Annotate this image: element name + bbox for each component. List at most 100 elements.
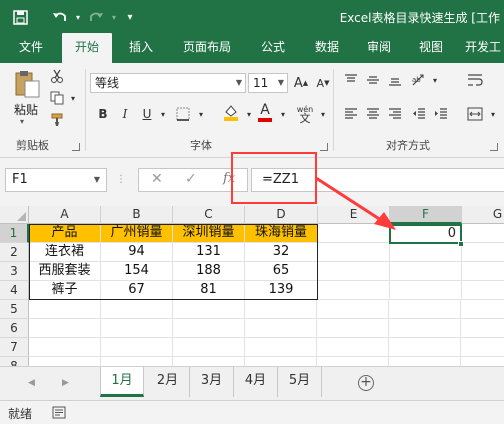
align-center-icon[interactable] <box>364 105 382 123</box>
align-right-icon[interactable] <box>386 105 404 123</box>
macro-record-icon[interactable] <box>52 406 66 422</box>
column-header-b[interactable]: B <box>101 206 173 224</box>
column-header-g[interactable]: G <box>462 206 504 224</box>
phonetic-dropdown-icon[interactable]: ▾ <box>314 105 332 123</box>
name-box[interactable]: F1 ▼ <box>5 168 107 192</box>
copy-dropdown-icon[interactable]: ▾ <box>64 89 82 107</box>
cut-icon[interactable] <box>48 67 66 85</box>
column-header-c[interactable]: C <box>173 206 245 224</box>
grow-font-button[interactable]: A ▲ <box>292 74 310 92</box>
italic-button[interactable]: I <box>116 105 134 123</box>
sheet-tab-may[interactable]: 5月 <box>278 367 322 397</box>
tab-developer[interactable]: 开发工 <box>462 33 504 63</box>
align-middle-icon[interactable] <box>364 71 382 89</box>
table-cell[interactable]: 188 <box>173 262 245 281</box>
more-options-icon[interactable]: ⋮ <box>116 174 126 185</box>
tab-view[interactable]: 视图 <box>408 33 454 63</box>
sheet-tab-mar[interactable]: 3月 <box>190 367 234 397</box>
next-sheet-icon[interactable]: ▶ <box>62 378 69 388</box>
borders-dropdown-icon[interactable]: ▾ <box>192 105 210 123</box>
font-name-select[interactable]: 等线 ▼ <box>90 73 246 93</box>
tab-data[interactable]: 数据 <box>304 33 350 63</box>
redo-icon[interactable] <box>86 7 106 27</box>
alignment-launcher-icon[interactable] <box>490 143 498 151</box>
table-cell[interactable]: 81 <box>173 281 245 300</box>
save-icon[interactable] <box>10 7 30 27</box>
empty-cells[interactable] <box>29 300 504 366</box>
increase-indent-icon[interactable] <box>432 105 450 123</box>
paste-button[interactable]: 粘贴 <box>14 101 38 118</box>
table-header-cell[interactable]: 广州销量 <box>101 224 173 243</box>
format-painter-icon[interactable] <box>48 111 66 129</box>
tab-insert[interactable]: 插入 <box>118 33 164 63</box>
underline-dropdown-icon[interactable]: ▾ <box>154 105 172 123</box>
undo-dropdown-icon[interactable]: ▾ <box>68 7 88 27</box>
shrink-font-label: A <box>316 76 325 90</box>
row-header-4[interactable]: 4 <box>0 281 29 300</box>
merge-center-icon[interactable] <box>466 105 484 123</box>
table-header-cell[interactable]: 珠海销量 <box>245 224 318 243</box>
enter-icon[interactable]: ✓ <box>185 171 197 187</box>
font-color-button[interactable]: A <box>256 101 274 123</box>
row-header-5[interactable]: 5 <box>0 300 29 319</box>
tab-review[interactable]: 审阅 <box>356 33 402 63</box>
sheet-tab-jan[interactable]: 1月 <box>100 367 144 397</box>
fill-color-icon[interactable] <box>222 103 240 121</box>
paste-dropdown-icon[interactable]: ▾ <box>20 117 24 126</box>
selected-cell-f1[interactable]: 0 <box>389 224 462 244</box>
sheet-tab-feb[interactable]: 2月 <box>146 367 190 397</box>
add-sheet-icon[interactable]: + <box>358 375 374 391</box>
column-header-e[interactable]: E <box>318 206 390 224</box>
align-top-icon[interactable] <box>342 71 360 89</box>
tab-formulas[interactable]: 公式 <box>250 33 296 63</box>
row-header-8[interactable]: 8 <box>0 357 29 366</box>
row-header-3[interactable]: 3 <box>0 262 29 281</box>
clipboard-launcher-icon[interactable] <box>72 143 80 151</box>
decrease-indent-icon[interactable] <box>410 105 428 123</box>
table-header-cell[interactable]: 产品 <box>29 224 101 243</box>
column-header-f[interactable]: F <box>390 206 462 224</box>
font-color-dropdown-icon[interactable]: ▾ <box>274 105 292 123</box>
shrink-font-button[interactable]: A ▼ <box>314 74 332 92</box>
table-cell[interactable]: 裤子 <box>29 281 101 300</box>
table-cell[interactable]: 154 <box>101 262 173 281</box>
tab-page-layout[interactable]: 页面布局 <box>174 33 240 63</box>
fill-handle[interactable] <box>458 241 464 247</box>
bold-button[interactable]: B <box>94 105 112 123</box>
sheet-tab-apr[interactable]: 4月 <box>234 367 278 397</box>
table-cell[interactable]: 139 <box>245 281 318 300</box>
paste-icon[interactable] <box>12 69 42 99</box>
table-header-cell[interactable]: 深圳销量 <box>173 224 245 243</box>
merge-dropdown-icon[interactable]: ▾ <box>484 105 502 123</box>
worksheet-grid[interactable]: A B C D E F G 1 2 3 4 5 6 7 8 产品 广州销量 深圳… <box>0 206 504 366</box>
table-cell[interactable]: 西服套装 <box>29 262 101 281</box>
row-header-6[interactable]: 6 <box>0 319 29 338</box>
tab-home[interactable]: 开始 <box>62 33 112 63</box>
cancel-icon[interactable]: ✕ <box>151 171 163 187</box>
borders-icon[interactable] <box>174 105 192 123</box>
select-all-corner[interactable] <box>0 206 29 224</box>
font-launcher-icon[interactable] <box>320 143 328 151</box>
table-cell[interactable]: 连衣裙 <box>29 243 101 262</box>
undo-icon[interactable] <box>50 7 70 27</box>
status-bar: 就绪 <box>0 400 504 424</box>
column-header-d[interactable]: D <box>245 206 318 224</box>
table-cell[interactable]: 32 <box>245 243 318 262</box>
wrap-text-icon[interactable] <box>466 71 484 89</box>
table-cell[interactable]: 67 <box>101 281 173 300</box>
row-header-1[interactable]: 1 <box>0 224 29 243</box>
font-size-select[interactable]: 11 ▼ <box>248 73 288 93</box>
align-left-icon[interactable] <box>342 105 360 123</box>
prev-sheet-icon[interactable]: ◀ <box>28 378 35 388</box>
table-cell[interactable]: 94 <box>101 243 173 262</box>
column-header-a[interactable]: A <box>29 206 101 224</box>
align-bottom-icon[interactable] <box>386 71 404 89</box>
orientation-dropdown-icon[interactable]: ▾ <box>426 71 444 89</box>
table-cell[interactable]: 131 <box>173 243 245 262</box>
customize-toolbar-icon[interactable]: ▾ <box>120 7 140 27</box>
phonetic-button[interactable]: wén 文 <box>296 103 314 125</box>
row-header-7[interactable]: 7 <box>0 338 29 357</box>
table-cell[interactable]: 65 <box>245 262 318 281</box>
row-header-2[interactable]: 2 <box>0 243 29 262</box>
tab-file[interactable]: 文件 <box>8 33 54 63</box>
